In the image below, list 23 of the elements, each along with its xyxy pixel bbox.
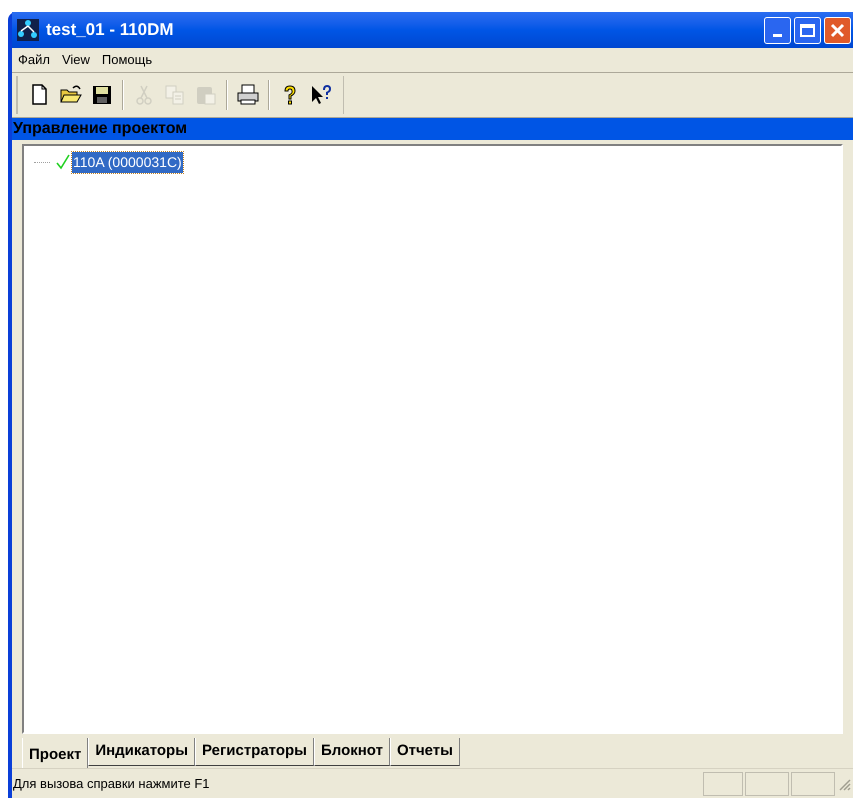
status-text: Для вызова справки нажмите F1 — [12, 774, 210, 793]
pointer-question-icon — [309, 83, 333, 107]
status-pane — [703, 772, 743, 796]
status-pane — [791, 772, 835, 796]
window-title: test_01 - 110DM — [46, 19, 174, 42]
tree-item[interactable]: 110A (0000031C) — [72, 152, 183, 172]
printer-icon — [236, 83, 260, 107]
menu-item[interactable]: View — [56, 50, 96, 70]
tab[interactable]: Блокнот — [314, 738, 390, 766]
close-icon — [830, 22, 845, 38]
status-pane — [745, 772, 789, 796]
tab[interactable]: Проект — [22, 738, 88, 768]
tab[interactable]: Индикаторы — [88, 738, 196, 766]
app-icon — [16, 18, 40, 42]
tab[interactable]: Отчеты — [390, 738, 460, 766]
menu-item[interactable]: Помощь — [96, 50, 158, 70]
minimize-button[interactable] — [764, 16, 791, 44]
maximize-button[interactable] — [794, 16, 821, 44]
close-button[interactable] — [824, 16, 851, 44]
resize-grip-icon[interactable] — [837, 776, 851, 790]
menu-item[interactable]: Файл — [12, 50, 56, 70]
tab[interactable]: Регистраторы — [195, 738, 314, 766]
panel-title: Управление проектом — [12, 119, 188, 139]
